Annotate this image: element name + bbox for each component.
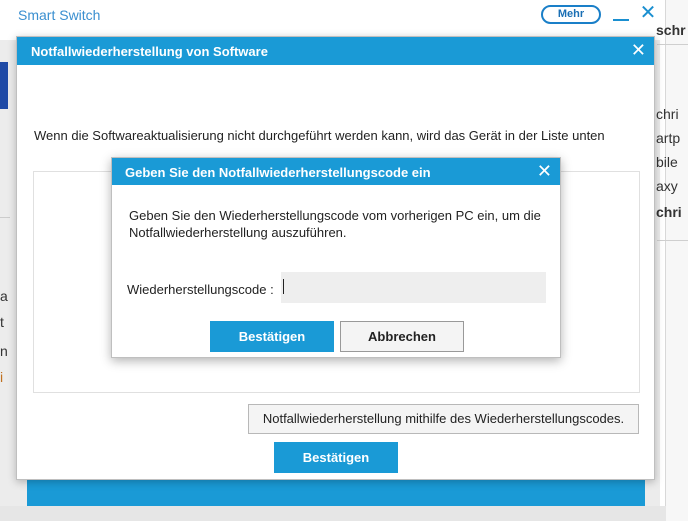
- recovery-code-label: Wiederherstellungscode :: [127, 282, 274, 297]
- dialog-title: Geben Sie den Notfallwiederherstellungsc…: [125, 165, 431, 180]
- close-icon[interactable]: ✕: [638, 2, 658, 26]
- background-text-fragment: schr: [656, 22, 686, 38]
- cancel-button[interactable]: Abbrechen: [340, 321, 464, 352]
- recovery-code-button[interactable]: Notfallwiederherstellung mithilfe des Wi…: [248, 404, 639, 434]
- text-caret: [283, 279, 284, 294]
- more-button[interactable]: Mehr: [541, 5, 601, 24]
- divider: [0, 217, 10, 218]
- background-text-fragment: a: [0, 288, 8, 304]
- background-footer: [0, 506, 666, 521]
- confirm-button[interactable]: Bestätigen: [210, 321, 334, 352]
- dialog-description: Geben Sie den Wiederherstellungscode vom…: [129, 208, 541, 240]
- app-title: Smart Switch: [18, 7, 101, 23]
- recovery-code-input[interactable]: [281, 272, 546, 303]
- background-text-fragment: n: [0, 343, 8, 359]
- close-icon[interactable]: ✕: [631, 41, 646, 59]
- close-icon[interactable]: ✕: [537, 162, 552, 180]
- minimize-icon[interactable]: [613, 19, 629, 21]
- divider: [657, 44, 688, 45]
- confirm-button[interactable]: Bestätigen: [274, 442, 398, 473]
- divider: [657, 240, 688, 241]
- dialog-title: Notfallwiederherstellung von Software: [31, 44, 268, 59]
- dialog-titlebar: Notfallwiederherstellung von Software ✕: [17, 37, 654, 65]
- background-text-fragment: i: [0, 369, 4, 385]
- dialog-titlebar: Geben Sie den Notfallwiederherstellungsc…: [112, 158, 560, 185]
- right-background-strip: [666, 0, 688, 521]
- background-text-fragment: artp: [656, 130, 681, 146]
- background-text-fragment: chri: [656, 106, 679, 122]
- recovery-code-dialog: Geben Sie den Notfallwiederherstellungsc…: [111, 157, 561, 358]
- sidebar-highlight: [0, 62, 8, 109]
- background-text-fragment: t: [0, 314, 4, 330]
- background-text-fragment: bile: [656, 154, 678, 170]
- background-text-fragment: axy: [656, 178, 678, 194]
- dialog-message: Wenn die Softwareaktualisierung nicht du…: [34, 128, 605, 143]
- background-text-fragment: chri: [656, 204, 682, 220]
